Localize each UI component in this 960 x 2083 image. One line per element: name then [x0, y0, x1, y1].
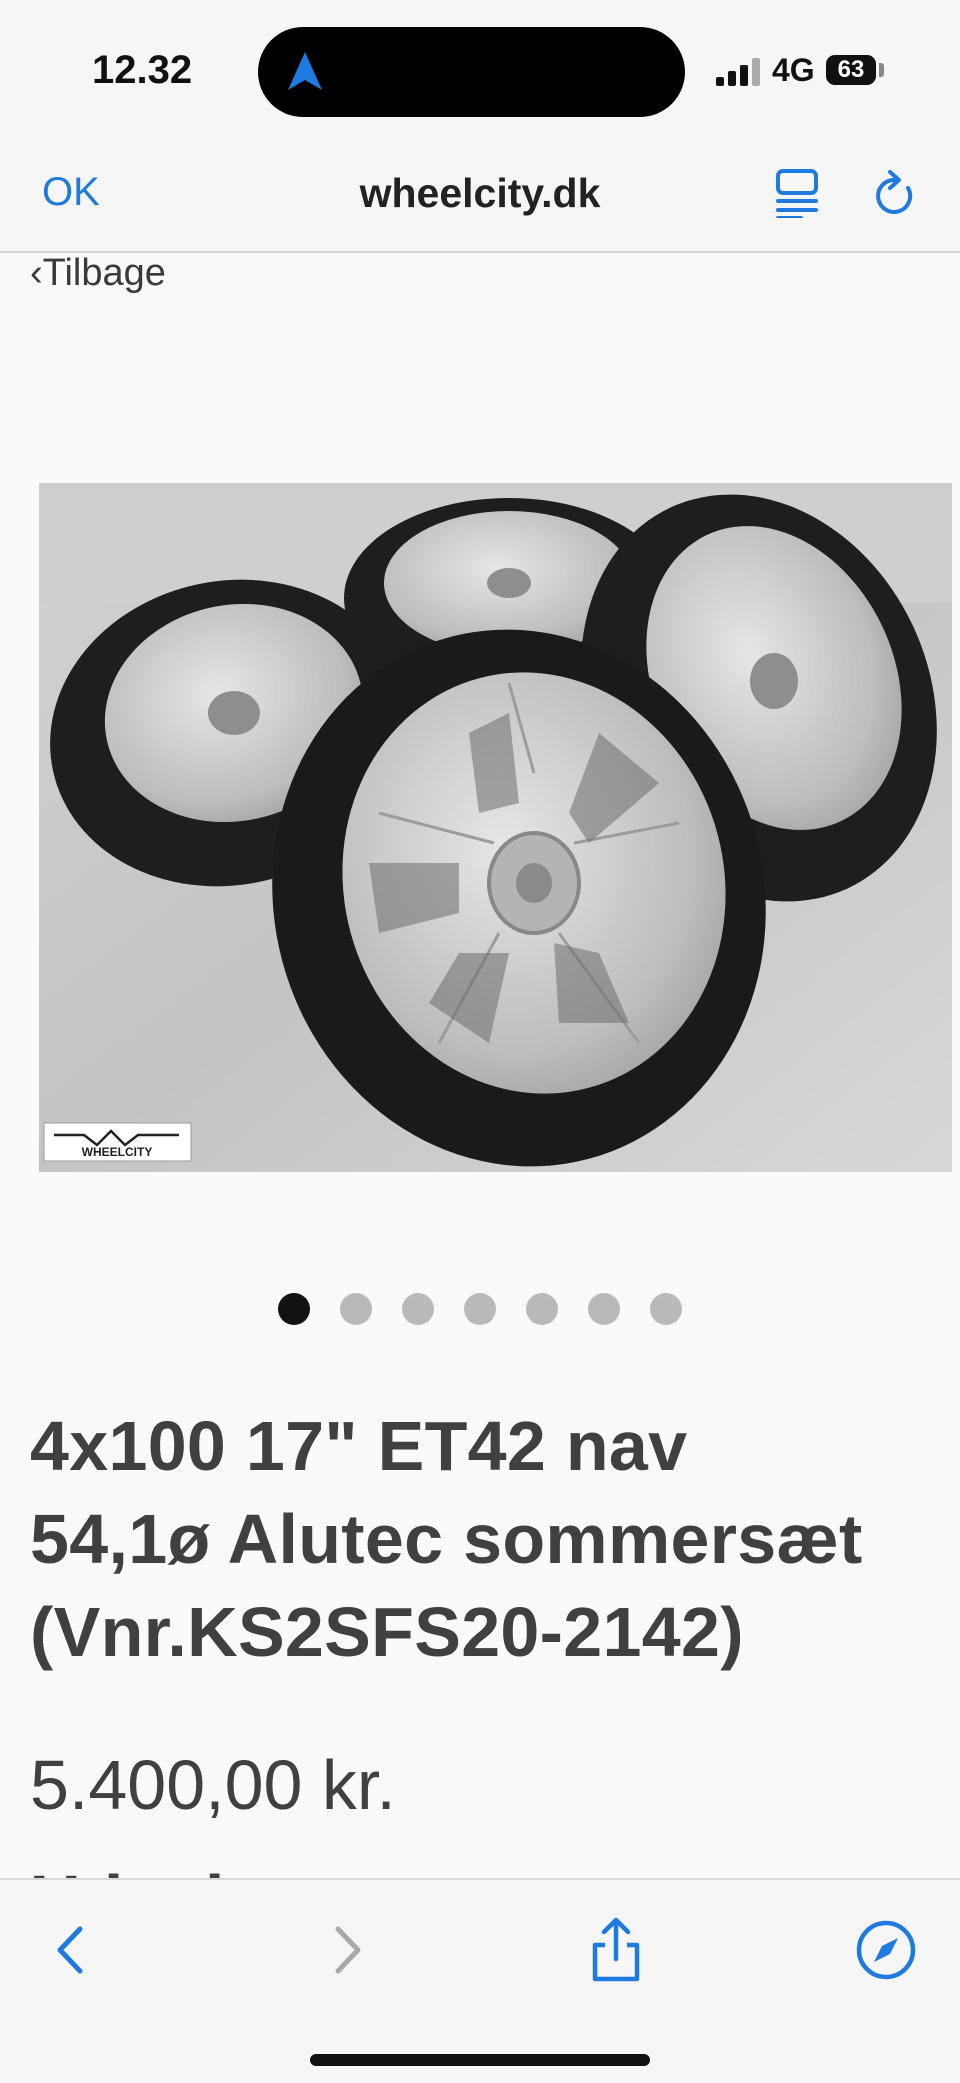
product-title: 4x100 17" ET42 nav 54,1ø Alutec sommersæ…: [30, 1400, 960, 1679]
status-bar: 12.32 4G 63: [0, 0, 960, 140]
status-time: 12.32: [92, 48, 193, 92]
browser-toolbar: OK wheelcity.dk: [0, 140, 960, 253]
product-image[interactable]: WHEELCITY: [39, 483, 952, 1172]
battery-icon: 63: [826, 55, 876, 85]
product-title-line: 54,1ø Alutec sommersæt: [30, 1500, 863, 1578]
product-price: 5.400,00 kr.: [30, 1746, 396, 1824]
network-type: 4G: [772, 52, 815, 88]
stock-status: Udsolgt: [30, 1855, 291, 1879]
product-title-line: (Vnr.KS2SFS20-2142): [30, 1593, 744, 1671]
carousel-dot[interactable]: [588, 1293, 620, 1325]
image-carousel-dots[interactable]: [0, 1293, 960, 1325]
carousel-dot[interactable]: [650, 1293, 682, 1325]
done-button[interactable]: OK: [42, 170, 100, 215]
bottom-toolbar: [0, 1878, 960, 2083]
svg-text:WHEELCITY: WHEELCITY: [82, 1145, 153, 1159]
forward-icon[interactable]: [312, 1915, 382, 1985]
carousel-dot[interactable]: [464, 1293, 496, 1325]
compass-icon[interactable]: [851, 1915, 921, 1985]
carousel-dot[interactable]: [340, 1293, 372, 1325]
back-icon[interactable]: [36, 1915, 106, 1985]
reader-mode-icon[interactable]: [775, 168, 819, 218]
share-icon[interactable]: [581, 1915, 651, 1985]
carousel-dot[interactable]: [278, 1293, 310, 1325]
dynamic-island: [258, 27, 685, 117]
cellular-signal-icon: [716, 58, 760, 86]
battery-cap: [879, 63, 884, 77]
carousel-dot[interactable]: [402, 1293, 434, 1325]
product-title-line: 4x100 17" ET42 nav: [30, 1407, 688, 1485]
back-link[interactable]: ‹Tilbage: [30, 252, 166, 295]
carousel-dot[interactable]: [526, 1293, 558, 1325]
reload-icon[interactable]: [872, 168, 920, 220]
home-indicator: [310, 2054, 650, 2066]
wheelcity-logo: WHEELCITY: [43, 1122, 192, 1162]
location-arrow-icon: [288, 52, 322, 90]
